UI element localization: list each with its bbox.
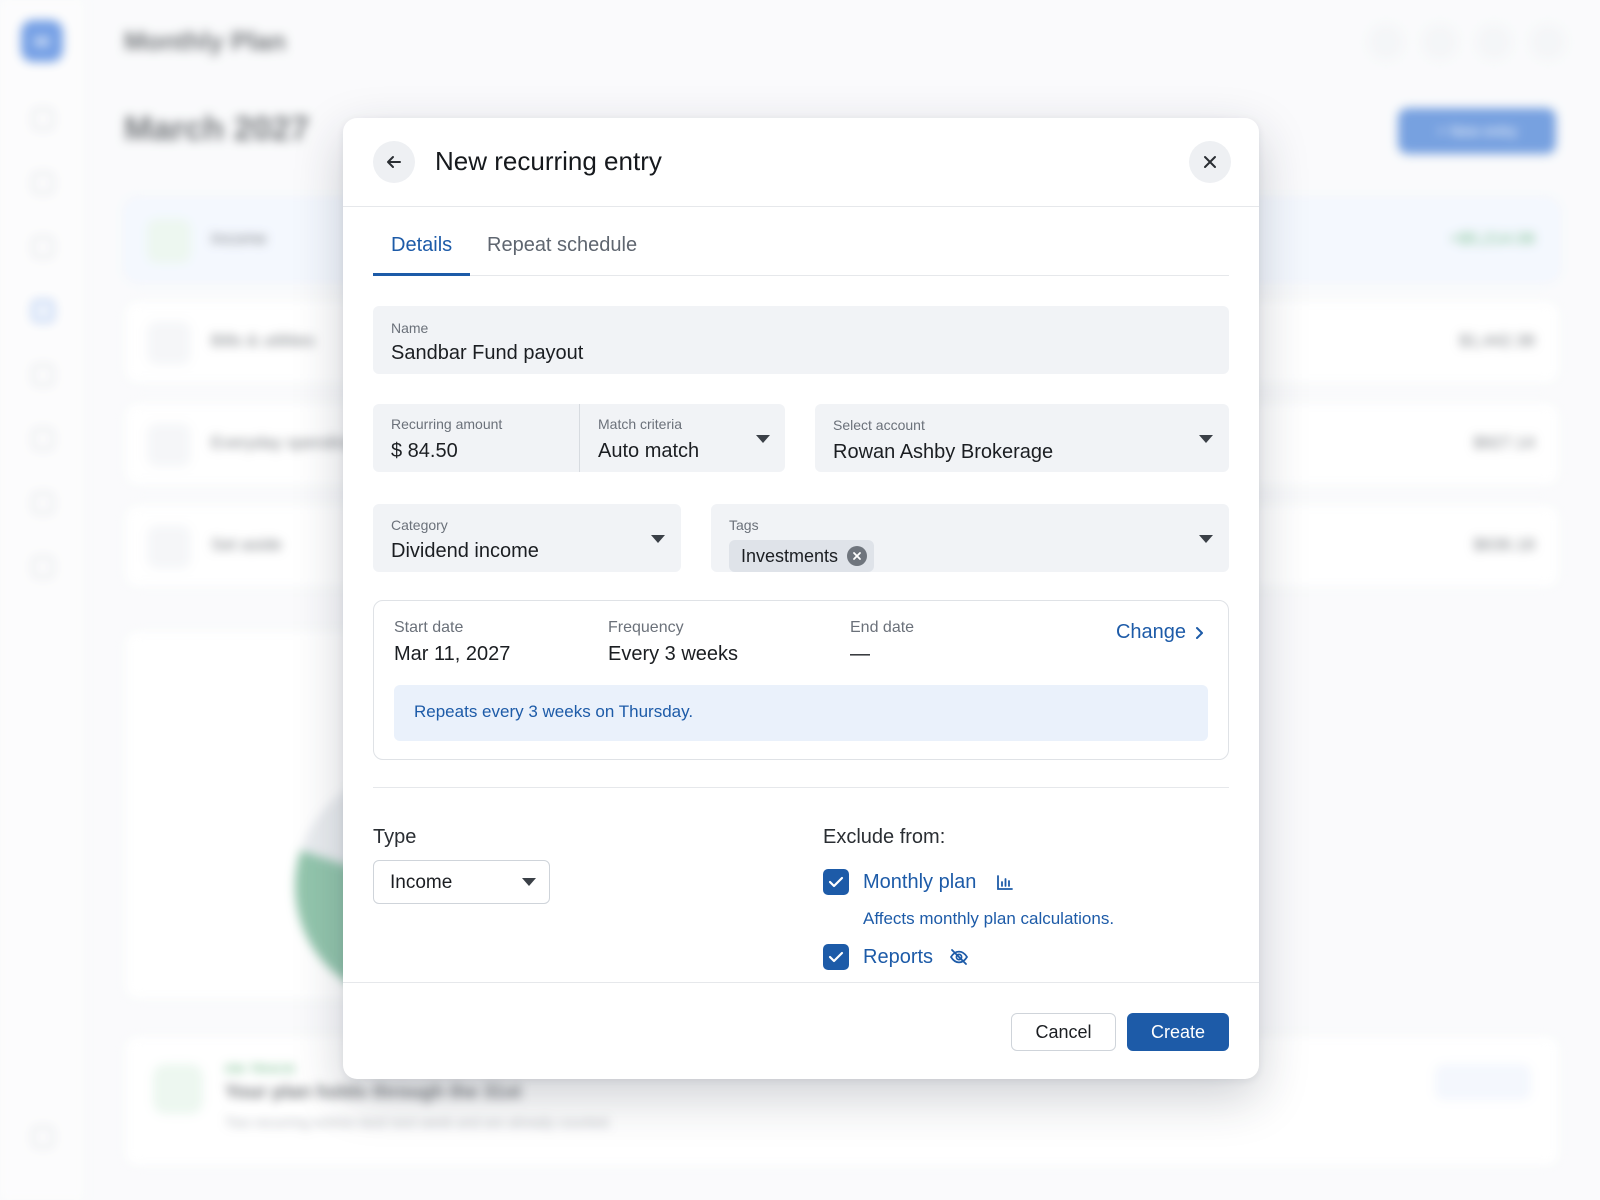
tag-chip-label: Investments	[741, 546, 839, 566]
type-value: Income	[390, 872, 453, 893]
chip-remove-icon	[853, 552, 861, 560]
dialog-title: New recurring entry	[435, 146, 662, 176]
account-select[interactable]: Select account Rowan Ashby Brokerage	[815, 404, 1229, 472]
tag-chip: Investments	[729, 540, 875, 572]
section-divider	[373, 787, 1229, 788]
back-button[interactable]	[373, 141, 415, 183]
tags-label: Tags	[729, 517, 759, 533]
bar-chart-icon	[997, 875, 1013, 890]
end-date-label: End date	[850, 619, 915, 636]
caret-down-icon	[522, 878, 536, 886]
chevron-right-icon	[1196, 626, 1203, 639]
start-date-label: Start date	[394, 619, 464, 636]
amount-match-group: Recurring amount $ 84.50 Match criteria …	[373, 404, 785, 472]
amount-value: $ 84.50	[391, 440, 458, 462]
checkmark-icon	[828, 876, 844, 888]
match-label: Match criteria	[598, 416, 683, 432]
header-divider	[343, 206, 1259, 207]
footer-divider	[343, 982, 1259, 983]
monthly-plan-help: Affects monthly plan calculations.	[863, 909, 1115, 928]
account-label: Select account	[833, 417, 925, 433]
back-arrow-icon	[387, 156, 401, 168]
schedule-note: Repeats every 3 weeks on Thursday.	[394, 685, 1208, 741]
amount-label: Recurring amount	[391, 416, 503, 432]
change-schedule-link[interactable]: Change	[1116, 621, 1204, 644]
caret-down-icon	[1199, 435, 1213, 443]
caret-down-icon	[651, 535, 665, 543]
tags-select[interactable]: Tags Investments	[711, 504, 1229, 572]
cancel-button[interactable]: Cancel	[1011, 1013, 1116, 1051]
tab-details[interactable]: Details	[391, 234, 452, 257]
amount-field[interactable]: Recurring amount $ 84.50	[373, 404, 579, 472]
match-criteria-select[interactable]: Match criteria Auto match	[580, 404, 785, 472]
category-select[interactable]: Category Dividend income	[373, 504, 681, 572]
monthly-plan-label[interactable]: Monthly plan	[863, 871, 976, 894]
match-value: Auto match	[598, 440, 700, 462]
eye-off-icon	[950, 949, 968, 965]
caret-down-icon	[1199, 535, 1213, 543]
change-label: Change	[1115, 621, 1186, 643]
close-button[interactable]	[1189, 141, 1231, 183]
type-label: Type	[373, 826, 417, 848]
category-value: Dividend income	[391, 540, 539, 562]
exclude-from-label: Exclude from:	[823, 826, 946, 848]
category-label: Category	[391, 517, 448, 533]
create-button[interactable]: Create	[1127, 1013, 1229, 1051]
reports-checkbox[interactable]	[823, 944, 849, 970]
checkmark-icon	[828, 951, 844, 963]
name-value: Sandbar Fund payout	[391, 342, 584, 364]
name-field[interactable]: Name Sandbar Fund payout	[373, 306, 1229, 374]
chip-remove-button[interactable]	[847, 546, 868, 566]
schedule-note-text: Repeats every 3 weeks on Thursday.	[414, 702, 694, 721]
active-tab-indicator	[373, 273, 470, 276]
frequency-value: Every 3 weeks	[608, 643, 739, 665]
monthly-plan-checkbox[interactable]	[823, 869, 849, 895]
reports-label[interactable]: Reports	[863, 946, 933, 969]
start-date-value: Mar 11, 2027	[394, 643, 511, 665]
frequency-label: Frequency	[608, 619, 684, 636]
caret-down-icon	[756, 435, 770, 443]
end-date-value: —	[850, 643, 870, 665]
close-icon	[1204, 156, 1216, 168]
new-recurring-entry-dialog: New recurring entry Details Repeat sched…	[343, 118, 1259, 1079]
account-value: Rowan Ashby Brokerage	[833, 441, 1054, 463]
name-label: Name	[391, 320, 429, 336]
schedule-summary: Start date Mar 11, 2027 Frequency Every …	[373, 600, 1229, 760]
tab-repeat-schedule[interactable]: Repeat schedule	[487, 234, 637, 257]
tab-bar: Details Repeat schedule	[373, 218, 1229, 276]
type-select[interactable]: Income	[373, 860, 550, 904]
